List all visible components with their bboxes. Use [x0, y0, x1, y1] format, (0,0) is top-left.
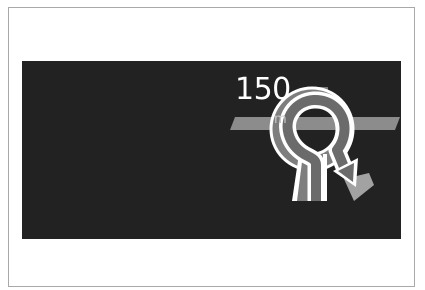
- navigation-display: 150 m: [22, 61, 401, 239]
- distance-value: 150: [235, 72, 291, 107]
- roundabout-exit-icon: [230, 86, 400, 201]
- cross-road: [230, 117, 400, 130]
- distance-unit: m: [274, 112, 287, 127]
